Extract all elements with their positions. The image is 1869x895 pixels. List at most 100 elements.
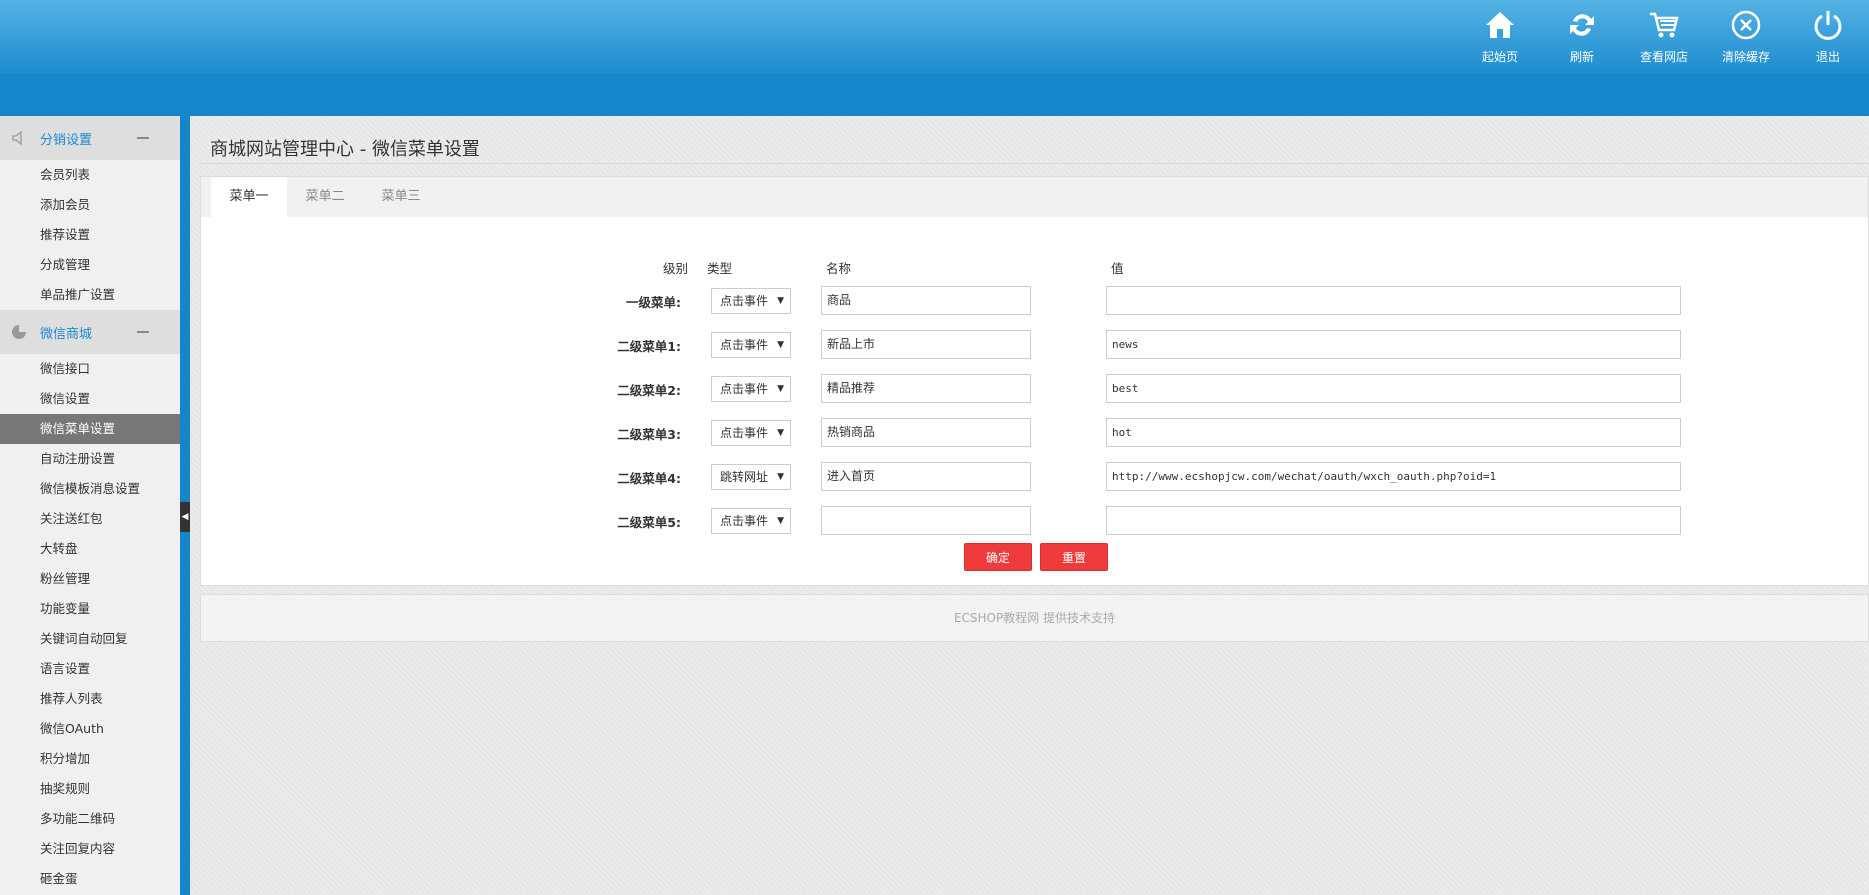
name-input[interactable]: 新品上市 xyxy=(821,330,1031,359)
column-header-name: 名称 xyxy=(826,261,852,276)
sidebar-item-language[interactable]: 语言设置 xyxy=(0,654,180,684)
home-button[interactable]: 起始页 xyxy=(1459,0,1541,74)
column-header-level: 级别 xyxy=(663,261,689,276)
select-value: 点击事件 xyxy=(720,294,769,308)
sidebar-item-referral-settings[interactable]: 推荐设置 xyxy=(0,220,180,250)
sidebar-item-template-msg[interactable]: 微信模板消息设置 xyxy=(0,474,180,504)
row-label: 二级菜单3: xyxy=(617,427,681,442)
name-input[interactable]: 进入首页 xyxy=(821,462,1031,491)
refresh-label: 刷新 xyxy=(1569,50,1594,64)
home-icon xyxy=(1486,12,1514,38)
cart-icon xyxy=(1650,12,1679,38)
sidebar-item-points[interactable]: 积分增加 xyxy=(0,744,180,774)
sidebar-item-qrcode[interactable]: 多功能二维码 xyxy=(0,804,180,834)
menu-tabs: 菜单一 菜单二 菜单三 xyxy=(201,177,1868,217)
sidebar-item-variables[interactable]: 功能变量 xyxy=(0,594,180,624)
sidebar-item-wechat-api[interactable]: 微信接口 xyxy=(0,354,180,384)
caret-down-icon: ▼ xyxy=(777,472,784,482)
reset-button[interactable]: 重置 xyxy=(1040,543,1108,571)
value-input[interactable] xyxy=(1106,286,1681,315)
collapse-minus-icon[interactable] xyxy=(137,331,149,333)
name-input[interactable]: 精品推荐 xyxy=(821,374,1031,403)
caret-down-icon: ▼ xyxy=(777,516,784,526)
sidebar-item-referrers[interactable]: 推荐人列表 xyxy=(0,684,180,714)
sidebar-item-oauth[interactable]: 微信OAuth xyxy=(0,714,180,744)
sidebar-item-member-list[interactable]: 会员列表 xyxy=(0,160,180,190)
column-header-value: 值 xyxy=(1111,261,1124,276)
speaker-icon xyxy=(12,130,22,146)
view-shop-label: 查看网店 xyxy=(1639,50,1688,64)
name-input[interactable]: 热销商品 xyxy=(821,418,1031,447)
tab-menu-two[interactable]: 菜单二 xyxy=(287,177,363,217)
type-select[interactable]: 点击事件 ▼ xyxy=(711,288,791,314)
name-input[interactable]: 商品 xyxy=(821,286,1031,315)
value-input[interactable]: hot xyxy=(1106,418,1681,447)
clear-cache-button[interactable]: 清除缓存 xyxy=(1705,0,1787,74)
value-input[interactable]: news xyxy=(1106,330,1681,359)
caret-down-icon: ▼ xyxy=(777,296,784,306)
sidebar-item-lottery-rules[interactable]: 抽奖规则 xyxy=(0,774,180,804)
power-icon xyxy=(1814,11,1842,40)
select-value: 点击事件 xyxy=(720,382,769,396)
sidebar-item-add-member[interactable]: 添加会员 xyxy=(0,190,180,220)
tab-menu-three[interactable]: 菜单三 xyxy=(363,177,439,217)
select-value: 跳转网址 xyxy=(720,470,769,484)
type-select[interactable]: 跳转网址 ▼ xyxy=(711,464,791,490)
name-input[interactable] xyxy=(821,506,1031,535)
row-label: 二级菜单2: xyxy=(617,383,681,398)
sidebar-item-wechat-menu[interactable]: 微信菜单设置 xyxy=(0,414,180,444)
column-header-type: 类型 xyxy=(707,261,733,276)
sidebar-toggle-button[interactable]: ◀ xyxy=(180,502,190,532)
sidebar-group-title: 微信商城 xyxy=(40,326,93,342)
sidebar: 分销设置 会员列表 添加会员 推荐设置 分成管理 单品推广设置 微信商城 微信接… xyxy=(0,116,180,895)
row-label: 二级菜单5: xyxy=(617,515,681,530)
value-input[interactable]: http://www.ecshopjcw.com/wechat/oauth/wx… xyxy=(1106,462,1681,491)
sidebar-item-commission[interactable]: 分成管理 xyxy=(0,250,180,280)
caret-left-icon: ◀ xyxy=(181,512,189,522)
sidebar-group-title: 分销设置 xyxy=(40,132,93,148)
select-value: 点击事件 xyxy=(720,426,769,440)
type-select[interactable]: 点击事件 ▼ xyxy=(711,508,791,534)
sidebar-item-red-packet[interactable]: 关注送红包 xyxy=(0,504,180,534)
type-select[interactable]: 点击事件 ▼ xyxy=(711,420,791,446)
select-value: 点击事件 xyxy=(720,514,769,528)
divider xyxy=(200,163,1869,164)
sidebar-item-auto-register[interactable]: 自动注册设置 xyxy=(0,444,180,474)
sidebar-group-distribution[interactable]: 分销设置 xyxy=(0,116,180,160)
type-select[interactable]: 点击事件 ▼ xyxy=(711,376,791,402)
view-shop-button[interactable]: 查看网店 xyxy=(1623,0,1705,74)
refresh-button[interactable]: 刷新 xyxy=(1541,0,1623,74)
logout-label: 退出 xyxy=(1815,50,1840,64)
clear-cache-icon xyxy=(1731,10,1761,40)
pie-chart-icon xyxy=(12,325,26,339)
caret-down-icon: ▼ xyxy=(777,428,784,438)
footer-credit: ECSHOP教程网 提供技术支持 xyxy=(200,594,1869,642)
sidebar-item-fans[interactable]: 粉丝管理 xyxy=(0,564,180,594)
value-input[interactable] xyxy=(1106,506,1681,535)
type-select[interactable]: 点击事件 ▼ xyxy=(711,332,791,358)
tab-menu-one[interactable]: 菜单一 xyxy=(211,177,287,217)
sidebar-item-golden-egg[interactable]: 砸金蛋 xyxy=(0,864,180,894)
sidebar-item-product-promo[interactable]: 单品推广设置 xyxy=(0,280,180,310)
caret-down-icon: ▼ xyxy=(777,384,784,394)
refresh-icon xyxy=(1570,14,1594,36)
caret-down-icon: ▼ xyxy=(777,340,784,350)
sidebar-item-follow-reply[interactable]: 关注回复内容 xyxy=(0,834,180,864)
sidebar-group-wechat-mall[interactable]: 微信商城 xyxy=(0,310,180,354)
row-label: 二级菜单4: xyxy=(617,471,681,486)
clear-cache-label: 清除缓存 xyxy=(1721,50,1770,64)
header-actions: 起始页 刷新 查看网店 清除缓存 退出 xyxy=(1459,0,1869,74)
menu-settings-panel: 菜单一 菜单二 菜单三 级别 类型 名称 值 一级菜单: 点击事件 ▼ 商品 二级… xyxy=(200,176,1869,586)
row-label: 二级菜单1: xyxy=(617,339,681,354)
home-label: 起始页 xyxy=(1481,50,1518,64)
confirm-button[interactable]: 确定 xyxy=(964,543,1032,571)
select-value: 点击事件 xyxy=(720,338,769,352)
page-title: 商城网站管理中心 - 微信菜单设置 xyxy=(210,139,480,160)
sidebar-item-wheel[interactable]: 大转盘 xyxy=(0,534,180,564)
value-input[interactable]: best xyxy=(1106,374,1681,403)
collapse-minus-icon[interactable] xyxy=(137,137,149,139)
sidebar-item-keyword-reply[interactable]: 关键词自动回复 xyxy=(0,624,180,654)
sidebar-item-wechat-settings[interactable]: 微信设置 xyxy=(0,384,180,414)
row-label: 一级菜单: xyxy=(626,295,681,310)
logout-button[interactable]: 退出 xyxy=(1787,0,1869,74)
